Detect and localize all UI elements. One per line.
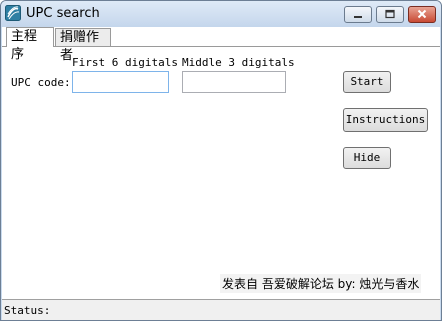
upc-code-label: UPC code:	[11, 76, 71, 89]
first-digits-label: First 6 digitals	[72, 56, 178, 69]
title-bar[interactable]: UPC search	[1, 1, 441, 27]
credit-text: 发表自 吾爱破解论坛 by: 烛光与香水	[220, 274, 422, 293]
window-title: UPC search	[26, 6, 100, 21]
close-icon	[417, 9, 427, 19]
app-window: UPC search 主程序 捐赠作者 First 6 digitals Mid…	[0, 0, 442, 321]
tab-divider	[2, 46, 440, 47]
close-button[interactable]	[408, 6, 436, 23]
start-button[interactable]: Start	[343, 71, 391, 93]
app-icon	[5, 5, 21, 21]
status-bar: Status:	[2, 299, 440, 320]
maximize-icon	[385, 9, 395, 19]
maximize-button[interactable]	[376, 6, 404, 23]
first-digits-input[interactable]	[72, 71, 169, 93]
instructions-button[interactable]: Instructions	[343, 108, 428, 132]
middle-digits-label: Middle 3 digitals	[182, 56, 295, 69]
middle-digits-input[interactable]	[182, 71, 286, 93]
minimize-icon	[354, 16, 362, 18]
tab-main-program[interactable]: 主程序	[6, 27, 54, 62]
minimize-button[interactable]	[344, 6, 372, 23]
tab-main-program-label: 主程序	[11, 29, 38, 62]
client-area: 主程序 捐赠作者 First 6 digitals Middle 3 digit…	[2, 27, 440, 320]
status-label: Status:	[4, 304, 51, 317]
tab-donate-author[interactable]: 捐赠作者	[55, 28, 111, 63]
hide-button[interactable]: Hide	[343, 147, 391, 169]
